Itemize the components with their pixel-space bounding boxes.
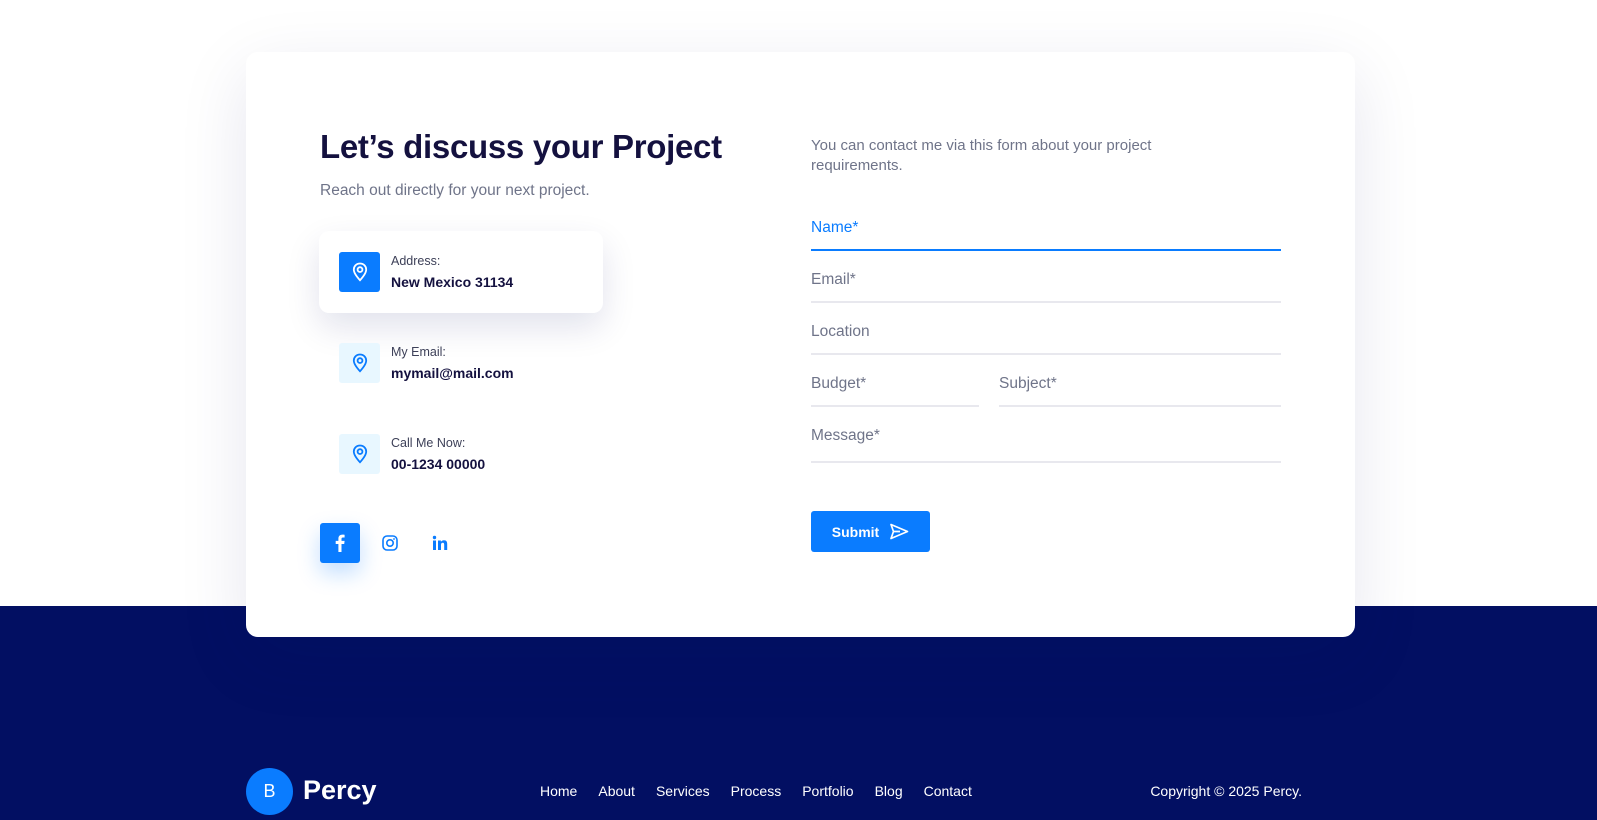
name-field-label: Name*	[811, 219, 859, 236]
form-intro: You can contact me via this form about y…	[811, 137, 1152, 174]
nav-about[interactable]: About	[598, 783, 635, 799]
budget-field[interactable]: Budget*	[811, 367, 979, 407]
location-field[interactable]: Location	[811, 315, 1281, 355]
location-pin-icon	[339, 252, 380, 292]
submit-button[interactable]: Submit	[811, 511, 930, 552]
linkedin-icon	[432, 535, 448, 550]
name-field[interactable]: Name*	[811, 211, 1281, 251]
contact-info-address[interactable]: Address: New Mexico 31134	[319, 231, 603, 313]
subject-field-label: Subject*	[999, 375, 1057, 392]
email-value: mymail@mail.com	[391, 365, 514, 381]
nav-contact[interactable]: Contact	[924, 783, 972, 799]
contact-info-phone[interactable]: Call Me Now: 00-1234 00000	[319, 413, 603, 495]
email-label: My Email:	[391, 345, 446, 359]
contact-info-email[interactable]: My Email: mymail@mail.com	[319, 322, 603, 404]
email-field-label: Email*	[811, 271, 856, 288]
section-title: Let’s discuss your Project	[320, 128, 722, 165]
subject-field[interactable]: Subject*	[999, 367, 1281, 407]
send-icon	[890, 523, 909, 540]
footer-nav: Home About Services Process Portfolio Bl…	[540, 783, 972, 799]
email-field[interactable]: Email*	[811, 263, 1281, 303]
copyright-text: Copyright © 2025 Percy.	[1150, 783, 1302, 799]
location-pin-icon	[339, 434, 380, 474]
budget-field-label: Budget*	[811, 375, 867, 392]
section-subtitle: Reach out directly for your next project…	[320, 182, 590, 199]
phone-value: 00-1234 00000	[391, 456, 486, 472]
logo-icon[interactable]: B	[246, 768, 293, 815]
nav-process[interactable]: Process	[731, 783, 782, 799]
address-value: New Mexico 31134	[391, 274, 514, 290]
contact-card: Let’s discuss your Project Reach out dir…	[246, 52, 1355, 637]
message-field[interactable]: Message*	[811, 419, 1281, 463]
facebook-link[interactable]	[320, 523, 360, 563]
nav-services[interactable]: Services	[656, 783, 710, 799]
nav-blog[interactable]: Blog	[875, 783, 903, 799]
message-field-label: Message*	[811, 427, 880, 444]
linkedin-link[interactable]	[420, 523, 460, 563]
instagram-icon	[382, 535, 398, 551]
nav-portfolio[interactable]: Portfolio	[802, 783, 853, 799]
phone-label: Call Me Now:	[391, 436, 466, 450]
location-field-label: Location	[811, 323, 870, 340]
brand-name[interactable]: Percy	[303, 775, 377, 806]
address-label: Address:	[391, 254, 441, 268]
facebook-icon	[335, 534, 345, 552]
location-pin-icon	[339, 343, 380, 383]
instagram-link[interactable]	[370, 523, 410, 563]
nav-home[interactable]: Home	[540, 783, 577, 799]
submit-button-label: Submit	[831, 523, 880, 540]
